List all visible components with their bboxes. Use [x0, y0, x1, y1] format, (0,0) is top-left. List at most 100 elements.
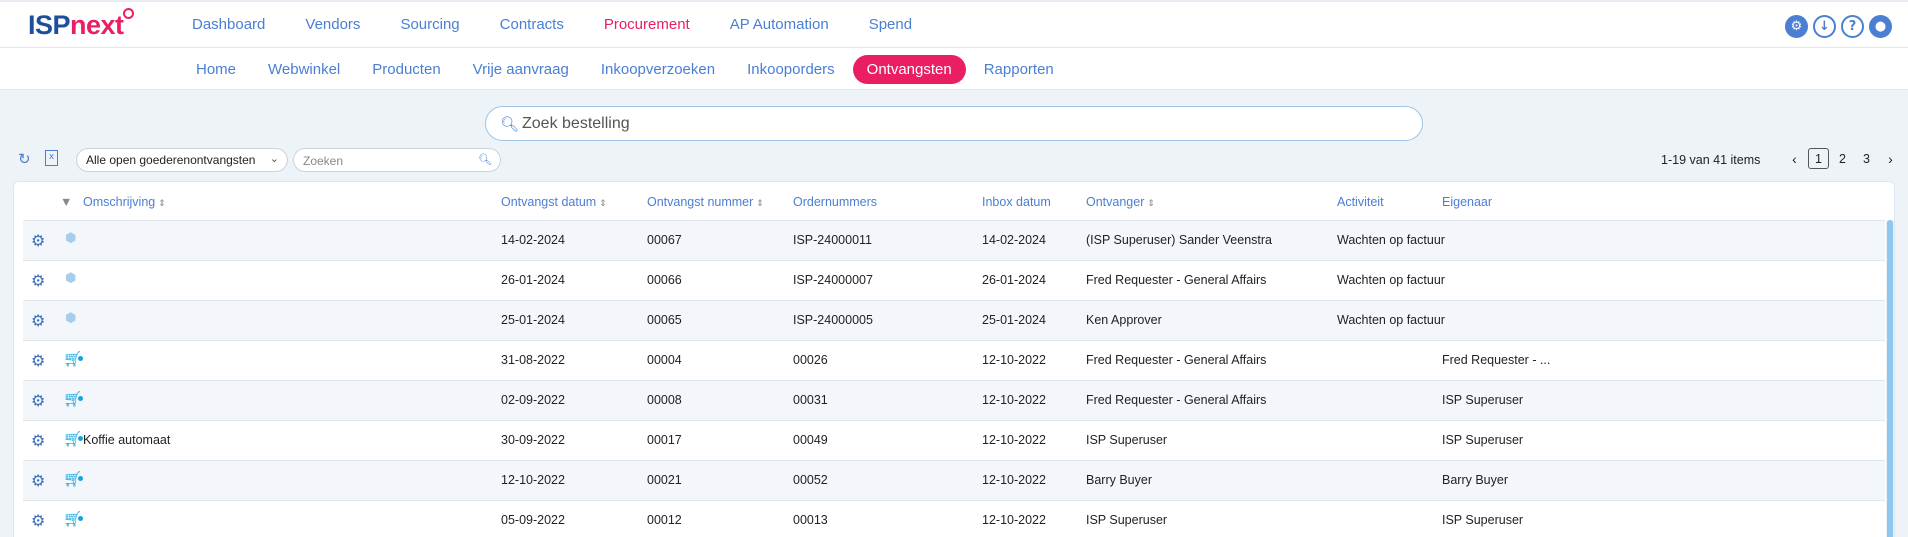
order-search-box: 🔍︎: [485, 106, 1423, 141]
search-icon[interactable]: 🔍︎: [478, 153, 492, 166]
table-row[interactable]: ⚙ 🛒︎ 31-08-2022 00004 00026 12-10-2022 Fred Re…: [23, 340, 1885, 380]
cell-nummer: 00067: [647, 233, 682, 247]
table-row[interactable]: ⚙ ⬢ 26-01-2024 00066 ISP-24000007 26-01-2024 F…: [23, 260, 1885, 300]
cell-datum: 25-01-2024: [501, 313, 565, 327]
refresh-icon[interactable]: ↻: [18, 150, 31, 168]
catalog-item-icon: ⬢: [65, 311, 77, 326]
cell-nummer: 00021: [647, 473, 682, 487]
top-nav-spend[interactable]: Spend: [869, 16, 912, 33]
header-actions: ⚙ ↓ ? ●: [1785, 15, 1892, 38]
page-2-button[interactable]: 2: [1832, 148, 1853, 169]
top-nav-sourcing[interactable]: Sourcing: [400, 16, 459, 33]
download-icon[interactable]: ↓: [1813, 15, 1836, 38]
column-header-datum[interactable]: Ontvangst datum ⇕: [501, 195, 607, 209]
cell-orders: 00031: [793, 393, 828, 407]
cell-nummer: 00017: [647, 433, 682, 447]
row-settings-gear-icon[interactable]: ⚙: [31, 351, 45, 370]
list-toolbar: ↻ x Alle open goederenontvangsten ⌄ 🔍︎ 1…: [18, 148, 1898, 172]
prev-page-icon[interactable]: ‹: [1784, 148, 1805, 169]
top-nav-contracts[interactable]: Contracts: [500, 16, 564, 33]
catalog-item-icon: ⬢: [65, 271, 77, 286]
order-search-input[interactable]: [522, 112, 1402, 136]
table-row[interactable]: ⚙ 🛒︎ 05-09-2022 00012 00013 12-10-2022 ISP Sup…: [23, 500, 1885, 537]
row-settings-gear-icon[interactable]: ⚙: [31, 391, 45, 410]
column-label: Ontvanger: [1086, 195, 1145, 209]
receipts-table: ▼ Omschrijving ⇕ Ontvangst datum ⇕ Ontvangst…: [13, 181, 1895, 537]
table-row[interactable]: ⚙ ⬢ 14-02-2024 00067 ISP-24000011 14-02-2024 (…: [23, 220, 1885, 260]
help-icon[interactable]: ?: [1841, 15, 1864, 38]
cell-orders: 00026: [793, 353, 828, 367]
cell-datum: 12-10-2022: [501, 473, 565, 487]
scrollbar-thumb[interactable]: [1887, 220, 1893, 537]
cell-inbox: 12-10-2022: [982, 393, 1046, 407]
cell-inbox: 14-02-2024: [982, 233, 1046, 247]
tab-ontvangsten[interactable]: Ontvangsten: [852, 55, 966, 84]
column-filter-icon[interactable]: ▼: [60, 195, 72, 209]
row-settings-gear-icon[interactable]: ⚙: [31, 511, 45, 530]
column-header-ontvanger[interactable]: Ontvanger ⇕: [1086, 195, 1155, 209]
top-nav-ap-automation[interactable]: AP Automation: [730, 16, 829, 33]
cell-inbox: 12-10-2022: [982, 433, 1046, 447]
sort-icon[interactable]: ⇕: [1147, 198, 1155, 208]
tab-webwinkel[interactable]: Webwinkel: [254, 55, 354, 84]
table-row[interactable]: ⚙ ⬢ 25-01-2024 00065 ISP-24000005 25-01-2024 K…: [23, 300, 1885, 340]
cell-inbox: 12-10-2022: [982, 353, 1046, 367]
column-header-nummer[interactable]: Ontvangst nummer ⇕: [647, 195, 764, 209]
cell-activiteit: Wachten op factuur: [1337, 233, 1445, 247]
cell-orders: ISP-24000007: [793, 273, 873, 287]
ispnext-logo[interactable]: ISPnext: [28, 8, 134, 41]
cell-datum: 30-09-2022: [501, 433, 565, 447]
cell-orders: 00052: [793, 473, 828, 487]
shopping-cart-icon: 🛒︎: [63, 470, 83, 488]
tab-home[interactable]: Home: [182, 55, 250, 84]
sort-icon[interactable]: ⇕: [158, 198, 166, 208]
row-settings-gear-icon[interactable]: ⚙: [31, 471, 45, 490]
cell-datum: 02-09-2022: [501, 393, 565, 407]
logo-ring-icon: [122, 8, 134, 19]
receipts-filter-select[interactable]: Alle open goederenontvangsten ⌄: [76, 148, 288, 172]
cell-inbox: 26-01-2024: [982, 273, 1046, 287]
column-header-activiteit[interactable]: Activiteit: [1337, 195, 1384, 209]
page-3-button[interactable]: 3: [1856, 148, 1877, 169]
page-1-button[interactable]: 1: [1808, 148, 1829, 169]
tab-inkoopverzoeken[interactable]: Inkoopverzoeken: [587, 55, 729, 84]
excel-export-icon[interactable]: x: [45, 150, 58, 166]
cell-inbox: 12-10-2022: [982, 473, 1046, 487]
top-nav-procurement[interactable]: Procurement: [604, 16, 690, 33]
column-header-eigenaar[interactable]: Eigenaar: [1442, 195, 1492, 209]
top-nav-vendors[interactable]: Vendors: [305, 16, 360, 33]
cell-ontvanger: ISP Superuser: [1086, 513, 1168, 527]
row-settings-gear-icon[interactable]: ⚙: [31, 271, 45, 290]
row-settings-gear-icon[interactable]: ⚙: [31, 311, 45, 330]
table-search-input[interactable]: [303, 152, 473, 169]
tab-inkooporders[interactable]: Inkooporders: [733, 55, 849, 84]
shopping-cart-icon: 🛒︎: [63, 510, 83, 528]
sort-icon[interactable]: ⇕: [599, 198, 607, 208]
next-page-icon[interactable]: ›: [1880, 148, 1901, 169]
table-row[interactable]: ⚙ 🛒︎ 12-10-2022 00021 00052 12-10-2022 Barry B…: [23, 460, 1885, 500]
table-row[interactable]: ⚙ 🛒︎ Koffie automaat 30-09-2022 00017 00049 12…: [23, 420, 1885, 460]
main-menu: Dashboard Vendors Sourcing Contracts Procure…: [192, 16, 952, 33]
cell-nummer: 00004: [647, 353, 682, 367]
table-row[interactable]: ⚙ 🛒︎ 02-09-2022 00008 00031 12-10-2022 Fred Re…: [23, 380, 1885, 420]
cell-datum: 05-09-2022: [501, 513, 565, 527]
row-settings-gear-icon[interactable]: ⚙: [31, 431, 45, 450]
shopping-cart-icon: 🛒︎: [63, 430, 83, 448]
logo-main-text: ISP: [28, 10, 71, 40]
cart-dot-icon: [78, 516, 83, 521]
row-settings-gear-icon[interactable]: ⚙: [31, 231, 45, 250]
tab-producten[interactable]: Producten: [358, 55, 454, 84]
vertical-scrollbar[interactable]: [1886, 220, 1894, 537]
top-nav-dashboard[interactable]: Dashboard: [192, 16, 265, 33]
pager-info: 1-19 van 41 items: [1661, 153, 1761, 167]
user-icon[interactable]: ●: [1869, 15, 1892, 38]
sort-icon[interactable]: ⇕: [756, 198, 764, 208]
cell-ontvanger: Fred Requester - General Affairs: [1086, 353, 1267, 367]
cell-datum: 26-01-2024: [501, 273, 565, 287]
column-header-inbox[interactable]: Inbox datum: [982, 195, 1051, 209]
column-header-omschrijving[interactable]: Omschrijving ⇕: [83, 195, 166, 209]
column-header-orders[interactable]: Ordernummers: [793, 195, 877, 209]
settings-icon[interactable]: ⚙: [1785, 15, 1808, 38]
tab-rapporten[interactable]: Rapporten: [970, 55, 1068, 84]
tab-vrije-aanvraag[interactable]: Vrije aanvraag: [459, 55, 583, 84]
